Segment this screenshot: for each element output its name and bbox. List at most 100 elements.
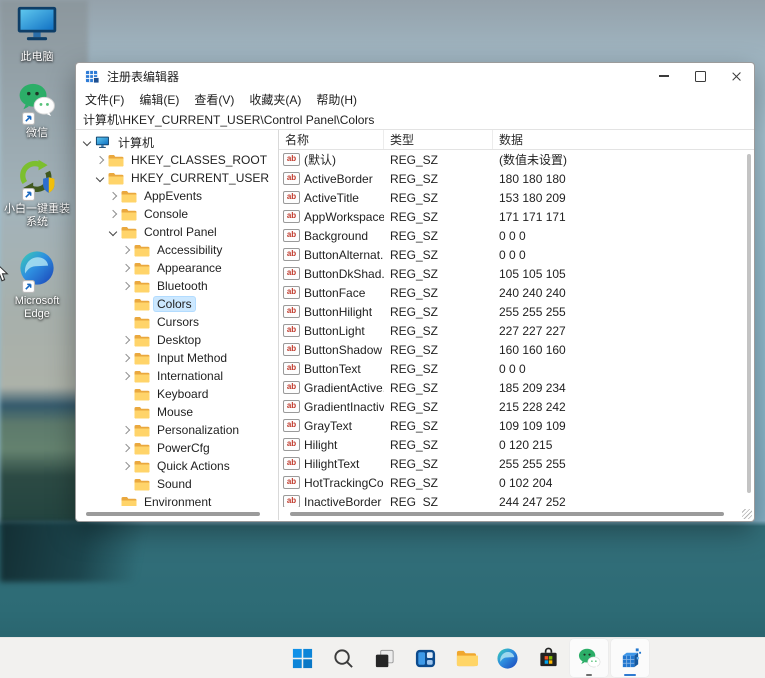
close-button[interactable]	[718, 63, 754, 89]
value-row-hottrackingco[interactable]: abHotTrackingCo...REG_SZ0 102 204	[279, 473, 744, 492]
tree-item-hkey_classes_root[interactable]: HKEY_CLASSES_ROOT	[76, 151, 278, 169]
chevron-right-icon[interactable]	[122, 282, 130, 290]
taskbar-xiaobai-icon[interactable]	[610, 638, 650, 678]
resize-grip[interactable]	[742, 509, 752, 519]
taskbar-task-view-icon[interactable]	[364, 638, 404, 678]
tree-item-desktop[interactable]: Desktop	[76, 331, 278, 349]
column-header-data[interactable]: 数据	[493, 130, 754, 149]
value-row-gradientactive[interactable]: abGradientActive...REG_SZ185 209 234	[279, 378, 744, 397]
tree-item-personalization[interactable]: Personalization	[76, 421, 278, 439]
value-row-buttonlight[interactable]: abButtonLightREG_SZ227 227 227	[279, 321, 744, 340]
chevron-right-icon[interactable]	[122, 246, 130, 254]
menu-file[interactable]: 文件(F)	[85, 91, 124, 108]
value-row-background[interactable]: abBackgroundREG_SZ0 0 0	[279, 226, 744, 245]
chevron-right-icon[interactable]	[122, 336, 130, 344]
tree-item-hkey_current_user[interactable]: HKEY_CURRENT_USER	[76, 169, 278, 187]
tree-item-colors[interactable]: Colors	[76, 295, 278, 313]
list-vertical-scrollbar[interactable]	[745, 150, 753, 507]
value-row-buttonface[interactable]: abButtonFaceREG_SZ240 240 240	[279, 283, 744, 302]
tree-item-appearance[interactable]: Appearance	[76, 259, 278, 277]
value-row-buttonshadow[interactable]: abButtonShadowREG_SZ160 160 160	[279, 340, 744, 359]
chevron-right-icon[interactable]	[122, 426, 130, 434]
desktop-icon-edge[interactable]: Microsoft Edge	[0, 250, 74, 321]
column-header-name[interactable]: 名称	[279, 130, 384, 149]
value-row-graytext[interactable]: abGrayTextREG_SZ109 109 109	[279, 416, 744, 435]
chevron-right-icon[interactable]	[96, 156, 104, 164]
value-row-默认[interactable]: ab(默认)REG_SZ(数值未设置)	[279, 150, 744, 169]
tree-item-cursors[interactable]: Cursors	[76, 313, 278, 331]
menu-view[interactable]: 查看(V)	[194, 91, 234, 108]
tree-item-environment[interactable]: Environment	[76, 493, 278, 506]
tree-item-bluetooth[interactable]: Bluetooth	[76, 277, 278, 295]
address-bar[interactable]: 计算机\HKEY_CURRENT_USER\Control Panel\Colo…	[76, 110, 754, 130]
tree-item-console[interactable]: Console	[76, 205, 278, 223]
value-name: GrayText	[304, 419, 352, 433]
chevron-down-icon[interactable]	[109, 228, 117, 236]
tree-item-input-method[interactable]: Input Method	[76, 349, 278, 367]
value-row-appworkspace[interactable]: abAppWorkspaceREG_SZ171 171 171	[279, 207, 744, 226]
value-data: 0 0 0	[493, 248, 744, 262]
value-row-gradientinactiv[interactable]: abGradientInactiv...REG_SZ215 228 242	[279, 397, 744, 416]
scrollbar-thumb[interactable]	[86, 512, 260, 516]
minimize-button[interactable]	[646, 63, 682, 89]
chevron-right-icon[interactable]	[109, 210, 117, 218]
value-type: REG_SZ	[384, 400, 493, 414]
maximize-button[interactable]	[682, 63, 718, 89]
chevron-right-icon[interactable]	[122, 264, 130, 272]
taskbar-start-button[interactable]	[282, 638, 322, 678]
value-row-buttontext[interactable]: abButtonTextREG_SZ0 0 0	[279, 359, 744, 378]
tree-item-powercfg[interactable]: PowerCfg	[76, 439, 278, 457]
taskbar-file-explorer-icon[interactable]	[446, 638, 486, 678]
taskbar-store-icon[interactable]	[528, 638, 568, 678]
menu-favorites[interactable]: 收藏夹(A)	[249, 91, 301, 108]
chevron-down-icon[interactable]	[96, 174, 104, 182]
value-row-hilighttext[interactable]: abHilightTextREG_SZ255 255 255	[279, 454, 744, 473]
value-row-activetitle[interactable]: abActiveTitleREG_SZ153 180 209	[279, 188, 744, 207]
window-titlebar[interactable]: 注册表编辑器	[76, 63, 754, 89]
value-row-buttonalternat[interactable]: abButtonAlternat...REG_SZ0 0 0	[279, 245, 744, 264]
scrollbar-thumb[interactable]	[747, 154, 751, 493]
tree-item-accessibility[interactable]: Accessibility	[76, 241, 278, 259]
list-horizontal-scrollbar[interactable]	[281, 509, 742, 518]
reg-sz-icon: ab	[283, 495, 300, 507]
taskbar-widgets-icon[interactable]	[405, 638, 445, 678]
scrollbar-thumb[interactable]	[290, 512, 723, 516]
tree-item-appevents[interactable]: AppEvents	[76, 187, 278, 205]
taskbar-search-icon[interactable]	[323, 638, 363, 678]
chevron-down-icon[interactable]	[83, 138, 91, 146]
taskbar-wechat-icon[interactable]	[569, 638, 609, 678]
desktop-icon-xiaobai[interactable]: 小白一键重装系统	[0, 158, 74, 229]
chevron-right-icon[interactable]	[122, 444, 130, 452]
chevron-right-icon[interactable]	[122, 462, 130, 470]
desktop-icon-this-pc[interactable]: 此电脑	[0, 6, 74, 64]
reg-sz-icon: ab	[283, 400, 300, 413]
tree-item-mouse[interactable]: Mouse	[76, 403, 278, 421]
value-row-buttondkshad[interactable]: abButtonDkShad...REG_SZ105 105 105	[279, 264, 744, 283]
tree-item-keyboard[interactable]: Keyboard	[76, 385, 278, 403]
chevron-right-icon[interactable]	[122, 354, 130, 362]
tree-item-control-panel[interactable]: Control Panel	[76, 223, 278, 241]
tree-item-计算机[interactable]: 计算机	[76, 133, 278, 151]
chevron-right-icon[interactable]	[122, 372, 130, 380]
taskbar-edge-icon[interactable]	[487, 638, 527, 678]
chevron-right-icon[interactable]	[109, 192, 117, 200]
column-header-type[interactable]: 类型	[384, 130, 493, 149]
tree-item-sound[interactable]: Sound	[76, 475, 278, 493]
menu-edit[interactable]: 编辑(E)	[139, 91, 179, 108]
tree-item-quick-actions[interactable]: Quick Actions	[76, 457, 278, 475]
tree-horizontal-scrollbar[interactable]	[78, 509, 276, 518]
value-row-hilight[interactable]: abHilightREG_SZ0 120 215	[279, 435, 744, 454]
edge-icon	[496, 647, 519, 670]
desktop-icon-wechat[interactable]: 微信	[0, 82, 74, 140]
tree-item-label: Personalization	[154, 423, 242, 437]
tree-item-international[interactable]: International	[76, 367, 278, 385]
value-row-activeborder[interactable]: abActiveBorderREG_SZ180 180 180	[279, 169, 744, 188]
value-data: 255 255 255	[493, 305, 744, 319]
value-type: REG_SZ	[384, 381, 493, 395]
value-name: HotTrackingCo...	[304, 476, 384, 490]
value-type: REG_SZ	[384, 324, 493, 338]
menu-help[interactable]: 帮助(H)	[316, 91, 357, 108]
value-row-inactiveborder[interactable]: abInactiveBorderREG_SZ244 247 252	[279, 492, 744, 507]
value-row-buttonhilight[interactable]: abButtonHilightREG_SZ255 255 255	[279, 302, 744, 321]
reg-sz-icon: ab	[283, 210, 300, 223]
